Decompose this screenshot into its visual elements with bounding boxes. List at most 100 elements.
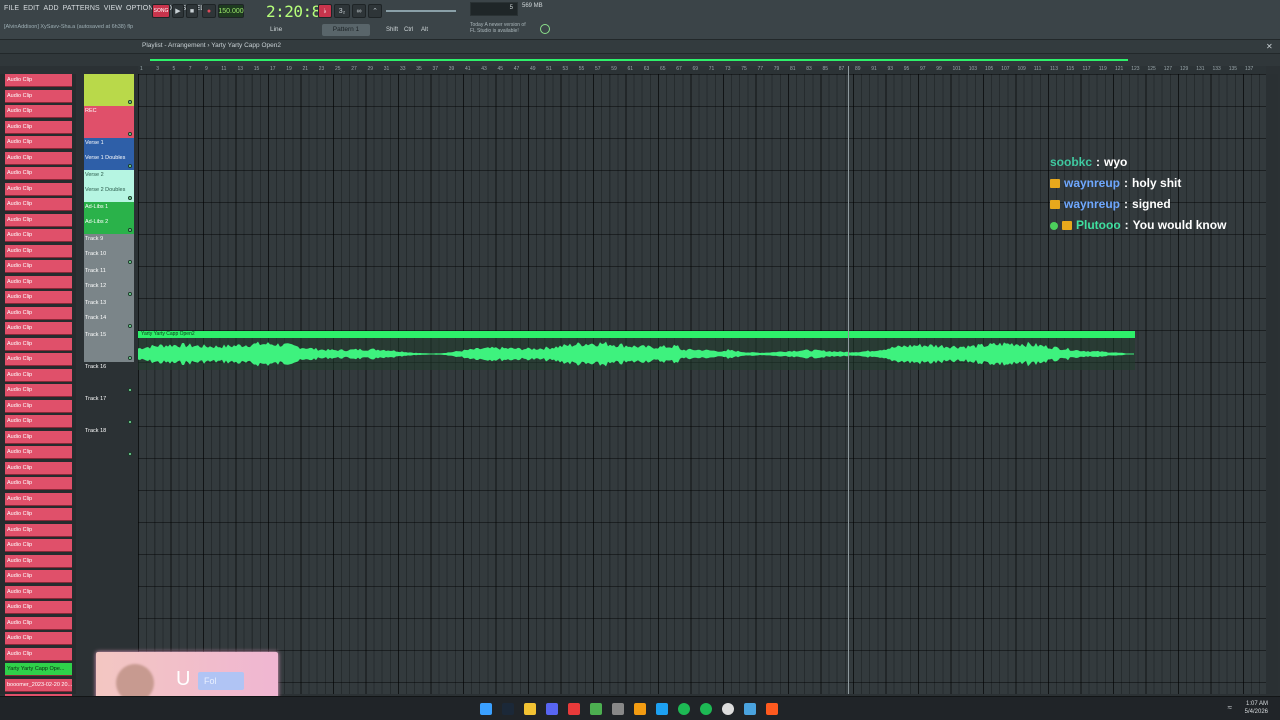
shift-key[interactable]: Shift <box>386 27 398 33</box>
clip-item[interactable]: Audio Clip <box>5 554 72 568</box>
track-header[interactable]: Track 13 Track 14 <box>84 298 134 330</box>
clip-item[interactable]: Audio Clip <box>5 616 72 630</box>
countdown-button[interactable]: ⌃ <box>368 4 382 18</box>
chrome-icon[interactable] <box>590 703 602 715</box>
time-ruler[interactable]: 1 3 5 7 9 11 13 15 17 19 21 23 25 27 29 31 33 35 37 39 41 43 4… <box>138 66 1266 74</box>
follow-button[interactable]: Fol <box>198 672 244 690</box>
clip-item[interactable]: Audio Clip <box>5 167 72 180</box>
pattern-selector[interactable]: Pattern 1 <box>322 24 370 36</box>
track-mute-icon[interactable] <box>128 164 132 168</box>
menu-item-file[interactable]: FILE <box>4 5 19 12</box>
clip-item[interactable]: Audio Clip <box>5 74 72 87</box>
clip-item[interactable]: Audio Clip <box>5 136 72 149</box>
track-mute-icon[interactable] <box>128 356 132 360</box>
clip-item[interactable]: Audio Clip <box>5 446 72 459</box>
clip-item[interactable]: Audio Clip <box>5 120 72 134</box>
clip-item[interactable]: Audio Clip <box>5 229 72 242</box>
spotify-icon[interactable] <box>678 703 690 715</box>
clip-item[interactable]: Audio Clip <box>5 198 72 211</box>
folder-icon[interactable] <box>524 703 536 715</box>
song-mode-button[interactable]: SONG <box>152 4 170 18</box>
record-button[interactable]: ● <box>202 4 216 18</box>
track-mute-icon[interactable] <box>128 100 132 104</box>
clip-item[interactable]: Audio Clip <box>5 508 72 521</box>
track-header[interactable]: Track 11 Track 12 <box>84 266 134 298</box>
clip-item[interactable]: Audio Clip <box>5 492 72 506</box>
obs-icon[interactable] <box>722 703 734 715</box>
news-panel[interactable]: Today A newer version of FL Studio is av… <box>470 22 542 34</box>
ctrl-key[interactable]: Ctrl <box>404 27 413 33</box>
track-mute-icon[interactable] <box>128 292 132 296</box>
brave-icon[interactable] <box>766 703 778 715</box>
track-header[interactable]: Track 16 <box>84 362 134 394</box>
clip-item[interactable]: Audio Clip <box>5 105 72 118</box>
track-mute-icon[interactable] <box>128 324 132 328</box>
horizontal-scrollbar[interactable] <box>150 59 1128 61</box>
track-header[interactable]: Track 9 Track 10 <box>84 234 134 266</box>
clip-item[interactable]: Audio Clip <box>5 260 72 273</box>
clip-item[interactable]: Audio Clip <box>5 461 72 475</box>
audio-clip[interactable]: Yarty Yarty Capp Open2 <box>138 331 1135 370</box>
metronome-button[interactable]: ♭ <box>318 4 332 18</box>
close-icon[interactable]: ✕ <box>1266 42 1273 51</box>
clip-item[interactable]: Audio Clip <box>5 337 72 351</box>
clip-item[interactable]: Audio Clip <box>5 89 72 103</box>
spotify-alt-icon[interactable] <box>700 703 712 715</box>
system-clock[interactable]: 1:07 AM 5/4/2026 <box>1245 700 1268 716</box>
wait-button[interactable]: ∞ <box>352 4 366 18</box>
clip-item[interactable]: Audio Clip <box>5 430 72 444</box>
menu-item-view[interactable]: VIEW <box>104 5 122 12</box>
snap-selector[interactable]: Line <box>270 26 282 33</box>
step-button[interactable]: 3₂ <box>334 4 350 18</box>
track-header[interactable]: Track 18 <box>84 426 134 458</box>
clip-item[interactable]: Audio Clip <box>5 368 72 382</box>
steam-icon[interactable] <box>502 703 514 715</box>
track-mute-icon[interactable] <box>128 196 132 200</box>
menu-item-edit[interactable]: EDIT <box>23 5 39 12</box>
playhead[interactable] <box>848 66 849 694</box>
play-button[interactable]: ▶ <box>172 4 184 18</box>
clip-item[interactable]: Audio Clip <box>5 477 72 490</box>
track-mute-icon[interactable] <box>128 452 132 456</box>
clip-item[interactable]: Audio Clip <box>5 585 72 599</box>
online-icon[interactable] <box>540 24 550 34</box>
clip-item[interactable]: Audio Clip <box>5 539 72 552</box>
clip-item[interactable]: Audio Clip <box>5 399 72 413</box>
clip-item[interactable]: Audio Clip <box>5 632 72 645</box>
alt-key[interactable]: Alt <box>421 27 428 33</box>
adobe-icon[interactable] <box>568 703 580 715</box>
clip-item[interactable]: Audio Clip <box>5 353 72 366</box>
menu-item-patterns[interactable]: PATTERNS <box>63 5 100 12</box>
clip-item[interactable]: Audio Clip <box>5 275 72 289</box>
clip-item[interactable]: Audio Clip <box>5 244 72 258</box>
track-mute-icon[interactable] <box>128 228 132 232</box>
clip-item[interactable]: Audio Clip <box>5 151 72 165</box>
clip-item[interactable]: Audio Clip <box>5 291 72 304</box>
clip-item[interactable]: Audio Clip <box>5 213 72 227</box>
track-mute-icon[interactable] <box>128 132 132 136</box>
track-mute-icon[interactable] <box>128 260 132 264</box>
terminal-icon[interactable] <box>612 703 624 715</box>
fl-icon[interactable] <box>634 703 646 715</box>
clip-item[interactable]: Audio Clip <box>5 647 72 661</box>
track-mute-icon[interactable] <box>128 420 132 424</box>
clip-item[interactable]: Yarty Yarty Capp Ope... <box>5 663 72 676</box>
track-header[interactable]: Verse 2 Verse 2 Doubles <box>84 170 134 202</box>
track-header[interactable]: Verse 1 Verse 1 Doubles <box>84 138 134 170</box>
clip-item[interactable]: booomer_2023-02-20 20... <box>5 678 72 692</box>
clip-item[interactable]: Audio Clip <box>5 523 72 537</box>
menu-item-add[interactable]: ADD <box>44 5 59 12</box>
wifi-icon[interactable]: ≈ <box>1228 703 1232 712</box>
master-volume-slider[interactable] <box>386 10 456 12</box>
tempo-display[interactable]: 150.000 <box>218 4 244 18</box>
windows-icon[interactable] <box>480 703 492 715</box>
app-icon[interactable] <box>656 703 668 715</box>
discord-icon[interactable] <box>546 703 558 715</box>
clip-item[interactable]: Audio Clip <box>5 384 72 397</box>
track-header[interactable]: Track 17 <box>84 394 134 426</box>
track-mute-icon[interactable] <box>128 388 132 392</box>
track-header[interactable]: Track 15 <box>84 330 134 362</box>
track-header[interactable]: REC <box>84 106 134 138</box>
clip-item[interactable]: Audio Clip <box>5 570 72 583</box>
stop-button[interactable]: ■ <box>186 4 198 18</box>
